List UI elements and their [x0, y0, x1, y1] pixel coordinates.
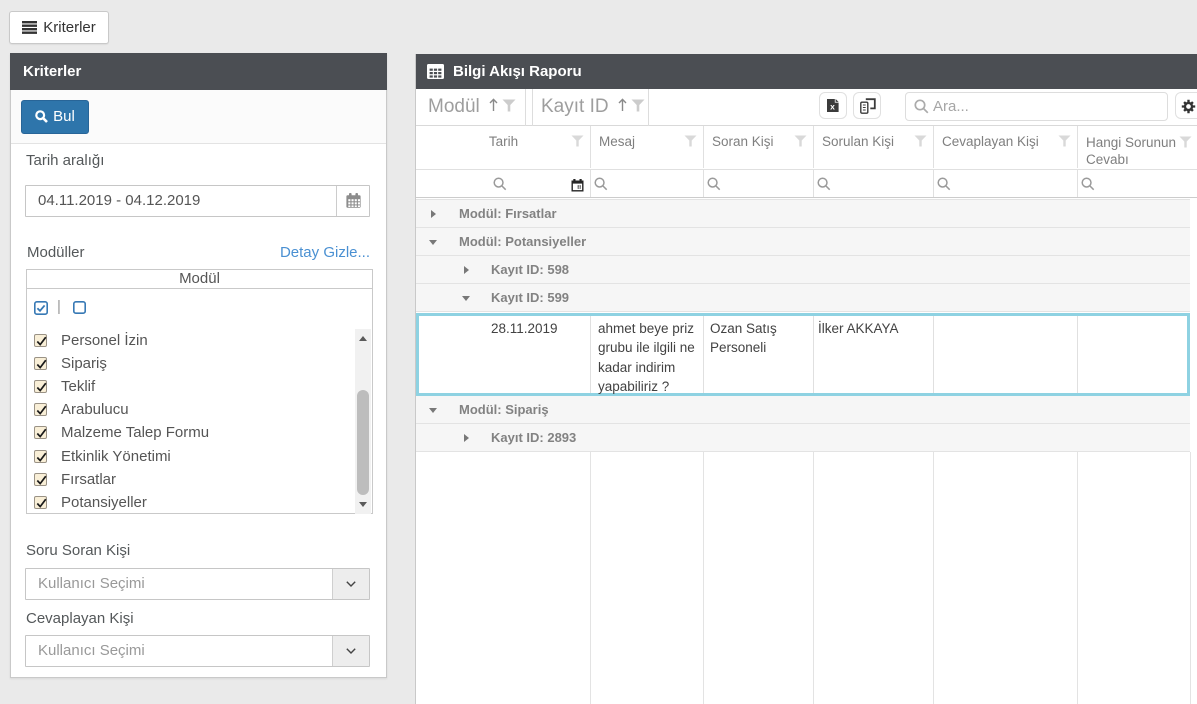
svg-text:x: x: [830, 101, 835, 111]
